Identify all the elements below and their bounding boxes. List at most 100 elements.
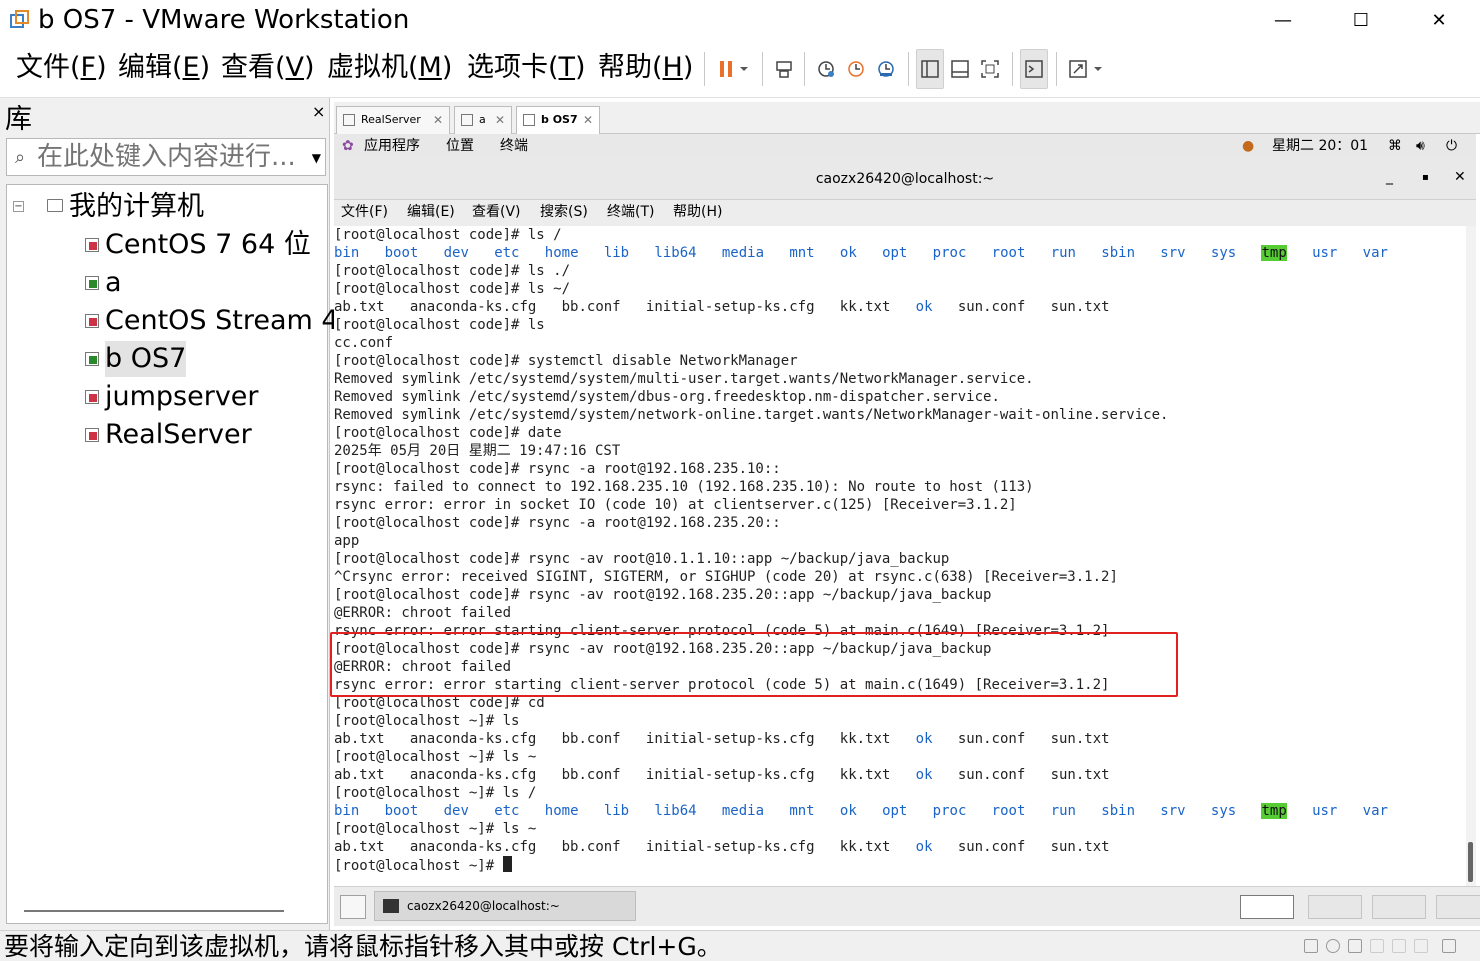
scrollbar-thumb[interactable] — [1468, 842, 1473, 882]
dropdown-arrow-icon[interactable] — [1088, 49, 1108, 89]
gnome-foot-icon: ✿ — [342, 138, 354, 154]
terminal-maximize-button[interactable]: ▪ — [1422, 172, 1429, 183]
gnome-terminal-menu[interactable]: 终端 — [500, 134, 528, 158]
terminal-close-button[interactable]: ✕ — [1454, 169, 1466, 185]
show-library-icon[interactable] — [916, 49, 944, 89]
snapshot-revert-icon[interactable] — [842, 49, 870, 89]
terminal-scrollbar[interactable] — [1466, 226, 1476, 886]
terminal-menu-view[interactable]: 查看(V) — [472, 200, 521, 224]
gnome-applications-menu[interactable]: 应用程序 — [364, 134, 420, 158]
vm-item-label: CentOS Stream 4 — [105, 305, 339, 336]
power-icon[interactable]: ⏻ — [1446, 134, 1457, 158]
file-entry: ok — [915, 299, 933, 315]
terminal-minimize-button[interactable]: _ — [1386, 169, 1393, 185]
tab-close-icon[interactable]: ✕ — [583, 107, 593, 133]
gnome-clock[interactable]: 星期二 20：01 — [1272, 134, 1368, 158]
send-ctrl-alt-del-icon[interactable] — [770, 49, 798, 89]
show-desktop-icon[interactable] — [340, 895, 366, 919]
vm-item-label: jumpserver — [105, 381, 259, 412]
vm-item-realserver[interactable]: RealServer — [85, 417, 329, 453]
terminal-line: rsync: failed to connect to 192.168.235.… — [334, 479, 1034, 495]
dir-entry: lib — [603, 245, 630, 261]
terminal-line: [root@localhost ~]# ls ~ — [334, 821, 537, 837]
vm-item-a[interactable]: a — [85, 265, 329, 301]
tree-root-my-computer[interactable]: − 我的计算机 — [7, 189, 327, 225]
library-search-input[interactable] — [37, 141, 307, 173]
vm-icon — [85, 314, 99, 328]
dropdown-arrow-icon[interactable] — [734, 49, 754, 89]
library-horizontal-scrollbar[interactable] — [24, 910, 284, 912]
vm-icon — [85, 428, 99, 442]
terminal-menu-file[interactable]: 文件(F) — [341, 200, 388, 224]
workspace-3[interactable] — [1372, 895, 1426, 919]
menu-vm[interactable]: 虚拟机(M) — [327, 50, 452, 86]
message-log-icon[interactable] — [1442, 939, 1456, 953]
gnome-bottom-bar: caozx26420@localhost:~ — [334, 886, 1480, 926]
file-entry: ab.txt — [334, 839, 385, 855]
fullscreen-icon[interactable] — [976, 49, 1004, 89]
collapse-icon[interactable]: − — [13, 201, 24, 212]
network-icon[interactable]: ⌘ — [1388, 134, 1402, 158]
taskbar-terminal-item[interactable]: caozx26420@localhost:~ — [374, 891, 636, 921]
toolbar-separator — [1012, 52, 1013, 86]
hard-disk-icon[interactable] — [1304, 939, 1318, 953]
vm-item-centos-stream[interactable]: CentOS Stream 4 — [85, 303, 339, 339]
menu-help[interactable]: 帮助(H) — [598, 50, 693, 86]
menu-view[interactable]: 查看(V) — [221, 50, 315, 86]
cd-drive-icon[interactable] — [1326, 939, 1340, 953]
file-entry: bb.conf — [561, 299, 621, 315]
tab-realserver[interactable]: RealServer ✕ — [336, 106, 450, 134]
terminal-output[interactable]: [root@localhost code]# ls / bin boot dev … — [334, 226, 1466, 886]
minimize-button[interactable]: — — [1244, 0, 1322, 40]
close-button[interactable]: ✕ — [1400, 0, 1478, 40]
terminal-menu-search[interactable]: 搜索(S) — [540, 200, 588, 224]
menu-edit[interactable]: 编辑(E) — [118, 50, 210, 86]
window-title: b OS7 - VMware Workstation — [38, 5, 410, 35]
workspace-2[interactable] — [1308, 895, 1362, 919]
menu-file[interactable]: 文件(F) — [16, 50, 107, 86]
notification-icon[interactable]: ● — [1242, 134, 1254, 158]
tab-b-os7[interactable]: b OS7 ✕ — [516, 106, 600, 134]
library-close-button[interactable]: × — [312, 102, 325, 121]
snapshot-take-icon[interactable] — [812, 49, 840, 89]
dir-entry: usr — [1312, 803, 1338, 819]
terminal-menu-terminal[interactable]: 终端(T) — [607, 200, 654, 224]
dir-entry: etc — [494, 803, 520, 819]
sound-card-icon[interactable] — [1392, 939, 1406, 953]
terminal-line: @ERROR: chroot failed — [334, 605, 512, 621]
dir-entry: home — [544, 245, 579, 261]
file-entry: kk.txt — [839, 839, 891, 855]
chevron-down-icon[interactable]: ▼ — [312, 151, 321, 165]
menu-tabs[interactable]: 选项卡(T) — [467, 50, 586, 86]
terminal-menu-edit[interactable]: 编辑(E) — [407, 200, 455, 224]
gnome-places-menu[interactable]: 位置 — [446, 134, 474, 158]
library-search[interactable]: ⌕ ▼ — [6, 138, 326, 176]
file-entry: sun.conf — [957, 731, 1026, 747]
thumbnail-bar-icon[interactable] — [946, 49, 974, 89]
dir-entry: tmp — [1261, 803, 1287, 819]
maximize-button[interactable]: ☐ — [1322, 0, 1400, 40]
vm-item-centos7[interactable]: CentOS 7 64 位 — [85, 227, 329, 263]
tab-close-icon[interactable]: ✕ — [433, 107, 443, 133]
terminal-menu-help[interactable]: 帮助(H) — [673, 200, 722, 224]
tab-a[interactable]: a ✕ — [454, 106, 512, 134]
vm-item-b-os7[interactable]: b OS7 — [85, 341, 329, 377]
workspace-4[interactable] — [1436, 895, 1480, 919]
file-entry: sun.txt — [1050, 839, 1110, 855]
printer-icon[interactable] — [1414, 939, 1428, 953]
workspace-1[interactable] — [1240, 895, 1294, 919]
volume-icon[interactable]: 🔊︎ — [1416, 134, 1425, 158]
computer-icon — [47, 199, 63, 212]
terminal-line: [root@localhost ~]# ls ~ — [334, 749, 537, 765]
tab-close-icon[interactable]: ✕ — [495, 107, 505, 133]
console-view-icon[interactable] — [1020, 49, 1048, 89]
terminal-line: ab.txt anaconda-ks.cfg bb.conf initial-s… — [334, 838, 1466, 856]
dir-entry: proc — [932, 803, 967, 819]
dir-entry: lib64 — [654, 245, 697, 261]
snapshot-manager-icon[interactable] — [872, 49, 900, 89]
file-entry: kk.txt — [839, 767, 891, 783]
vm-item-jumpserver[interactable]: jumpserver — [85, 379, 329, 415]
dir-entry: proc — [932, 245, 967, 261]
network-adapter-icon[interactable] — [1348, 939, 1362, 953]
usb-icon[interactable] — [1370, 939, 1384, 953]
